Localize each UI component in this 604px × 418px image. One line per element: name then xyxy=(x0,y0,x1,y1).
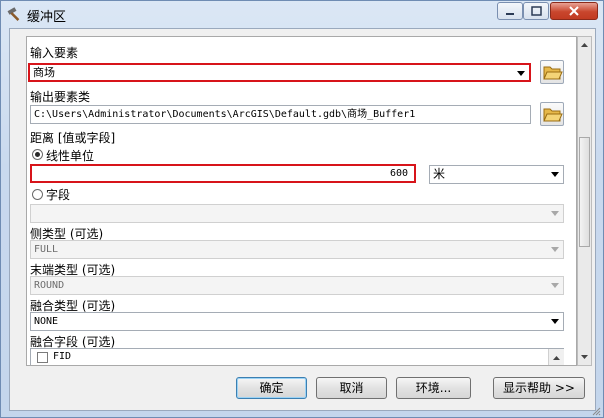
input-features-combobox[interactable]: 商场 xyxy=(28,63,531,82)
chevron-down-icon[interactable] xyxy=(551,319,559,324)
open-folder-icon xyxy=(543,108,563,122)
input-features-label: 输入要素 xyxy=(30,46,79,60)
distance-label: 距离 [值或字段] xyxy=(30,131,116,145)
maximize-button[interactable] xyxy=(523,2,549,20)
chevron-up-icon[interactable] xyxy=(549,352,564,364)
list-scrollbar[interactable] xyxy=(548,349,564,365)
linear-unit-radio[interactable] xyxy=(32,149,43,160)
dissolve-type-value: NONE xyxy=(34,316,59,327)
buffer-tool-window: 缓冲区 输入要素 商场 输出要素类 C:\Users\Administrator… xyxy=(0,0,604,418)
field-select[interactable] xyxy=(30,204,564,223)
dissolve-field-name: FID xyxy=(53,351,72,362)
side-type-value: FULL xyxy=(34,244,59,255)
maximize-icon xyxy=(531,6,542,16)
input-browse-button[interactable] xyxy=(540,60,564,84)
output-features-label: 输出要素类 xyxy=(30,90,91,104)
hammer-icon xyxy=(7,7,20,21)
panel-scrollbar[interactable] xyxy=(577,36,592,366)
side-type-select[interactable]: FULL xyxy=(30,240,564,259)
title-bar[interactable]: 缓冲区 xyxy=(1,1,603,27)
linear-unit-label: 线性单位 xyxy=(46,149,95,163)
unit-value: 米 xyxy=(433,167,446,181)
output-features-value: C:\Users\Administrator\Documents\ArcGIS\… xyxy=(34,109,416,120)
close-icon xyxy=(569,6,579,16)
open-folder-icon xyxy=(543,66,563,80)
minimize-button[interactable] xyxy=(497,2,523,20)
chevron-down-icon[interactable] xyxy=(578,351,591,363)
chevron-down-icon xyxy=(551,211,559,216)
end-type-select[interactable]: ROUND xyxy=(30,276,564,295)
cancel-button[interactable]: 取消 xyxy=(316,377,387,399)
environments-button[interactable]: 环境... xyxy=(396,377,471,399)
dissolve-field-checkbox[interactable] xyxy=(37,352,48,363)
chevron-up-icon[interactable] xyxy=(578,39,591,51)
dissolve-field-list: FID xyxy=(30,348,564,365)
scrollbar-thumb[interactable] xyxy=(579,137,590,247)
output-browse-button[interactable] xyxy=(540,102,564,126)
input-features-value: 商场 xyxy=(33,66,55,79)
distance-value-input[interactable]: 600 xyxy=(30,164,416,183)
distance-value: 600 xyxy=(389,168,408,179)
window-title: 缓冲区 xyxy=(27,10,67,25)
show-help-button[interactable]: 显示帮助 >> xyxy=(493,377,585,399)
chevron-down-icon xyxy=(551,247,559,252)
resize-grip-icon[interactable] xyxy=(591,406,601,416)
end-type-value: ROUND xyxy=(34,280,65,291)
field-radio[interactable] xyxy=(32,189,43,200)
minimize-icon xyxy=(506,13,514,15)
chevron-down-icon xyxy=(551,283,559,288)
dissolve-type-select[interactable]: NONE xyxy=(30,312,564,331)
field-label: 字段 xyxy=(46,188,71,202)
unit-select[interactable]: 米 xyxy=(429,165,564,184)
ok-button[interactable]: 确定 xyxy=(236,377,307,399)
output-features-input[interactable]: C:\Users\Administrator\Documents\ArcGIS\… xyxy=(30,105,531,124)
parameters-panel: 输入要素 商场 输出要素类 C:\Users\Administrator\Doc… xyxy=(26,36,577,366)
chevron-down-icon[interactable] xyxy=(517,71,525,76)
chevron-down-icon[interactable] xyxy=(551,172,559,177)
close-button[interactable] xyxy=(550,2,598,20)
